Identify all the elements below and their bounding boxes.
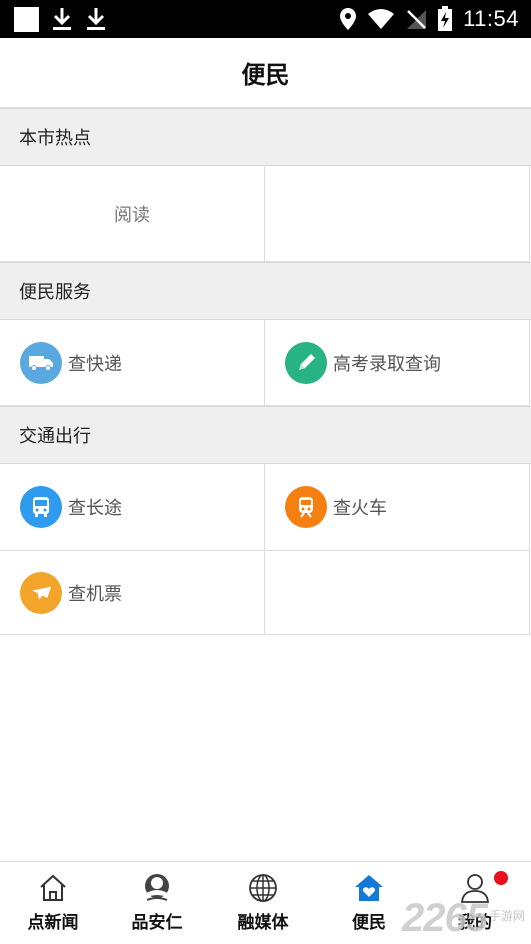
battery-charging-icon bbox=[438, 6, 453, 31]
airplane-icon bbox=[20, 571, 62, 614]
grid-item-label: 查快递 bbox=[68, 353, 122, 375]
status-time: 11:54 bbox=[463, 6, 519, 31]
section-header-transport: 交通出行 bbox=[0, 406, 531, 464]
bus-icon bbox=[20, 486, 62, 528]
grid-item-label: 查长途 bbox=[68, 498, 122, 519]
section-header-services: 便民服务 bbox=[0, 262, 531, 320]
grid-item-empty bbox=[265, 551, 530, 635]
download-icon bbox=[53, 8, 71, 30]
notification-square-icon bbox=[14, 6, 39, 32]
section-header-hot: 本市热点 bbox=[0, 108, 531, 166]
tab-convenience[interactable]: 便民 bbox=[316, 862, 422, 944]
section-title: 本市热点 bbox=[19, 128, 91, 149]
grid-item-train[interactable]: 查火车 bbox=[265, 464, 530, 551]
home-icon bbox=[37, 872, 69, 904]
home-heart-icon bbox=[353, 872, 385, 904]
pencil-icon bbox=[285, 341, 327, 384]
signal-icon bbox=[407, 10, 427, 29]
user-icon bbox=[459, 872, 491, 904]
tab-news[interactable]: 点新闻 bbox=[0, 862, 106, 944]
tab-label: 便民 bbox=[352, 913, 386, 933]
section-title: 交通出行 bbox=[19, 426, 91, 447]
tab-media[interactable]: 融媒体 bbox=[210, 862, 316, 944]
train-icon bbox=[285, 486, 327, 528]
section-title: 便民服务 bbox=[19, 282, 91, 303]
wifi-icon bbox=[368, 9, 395, 29]
grid-item-empty bbox=[265, 166, 530, 262]
tab-label: 点新闻 bbox=[27, 913, 79, 933]
tab-label: 品安仁 bbox=[131, 913, 183, 933]
grid-item-flight[interactable]: 查机票 bbox=[0, 551, 265, 635]
title-bar: 便民 bbox=[0, 38, 531, 108]
grid-item-express[interactable]: 查快递 bbox=[0, 320, 265, 406]
location-icon bbox=[340, 8, 357, 30]
logo-icon bbox=[141, 872, 173, 904]
status-bar: 11:54 bbox=[0, 0, 531, 38]
grid-item-label: 阅读 bbox=[114, 204, 150, 226]
download-icon bbox=[87, 8, 105, 30]
tab-mine[interactable]: 我的 bbox=[422, 862, 528, 944]
grid-item-exam[interactable]: 高考录取查询 bbox=[265, 320, 530, 406]
globe-icon bbox=[247, 872, 279, 904]
tab-pinanren[interactable]: 品安仁 bbox=[104, 862, 210, 944]
grid-item-coach[interactable]: 查长途 bbox=[0, 464, 265, 551]
grid-item-label: 高考录取查询 bbox=[333, 353, 441, 375]
notification-badge bbox=[494, 871, 508, 885]
truck-icon bbox=[20, 341, 62, 384]
grid-item-read[interactable]: 阅读 bbox=[0, 166, 265, 262]
bottom-tab-bar: 点新闻 品安仁 融媒体 便民 我的 bbox=[0, 861, 531, 944]
tab-label: 我的 bbox=[458, 913, 492, 933]
grid-item-label: 查机票 bbox=[68, 583, 122, 605]
page-title: 便民 bbox=[241, 61, 290, 89]
tab-label: 融媒体 bbox=[237, 913, 289, 933]
grid-item-label: 查火车 bbox=[333, 498, 387, 519]
